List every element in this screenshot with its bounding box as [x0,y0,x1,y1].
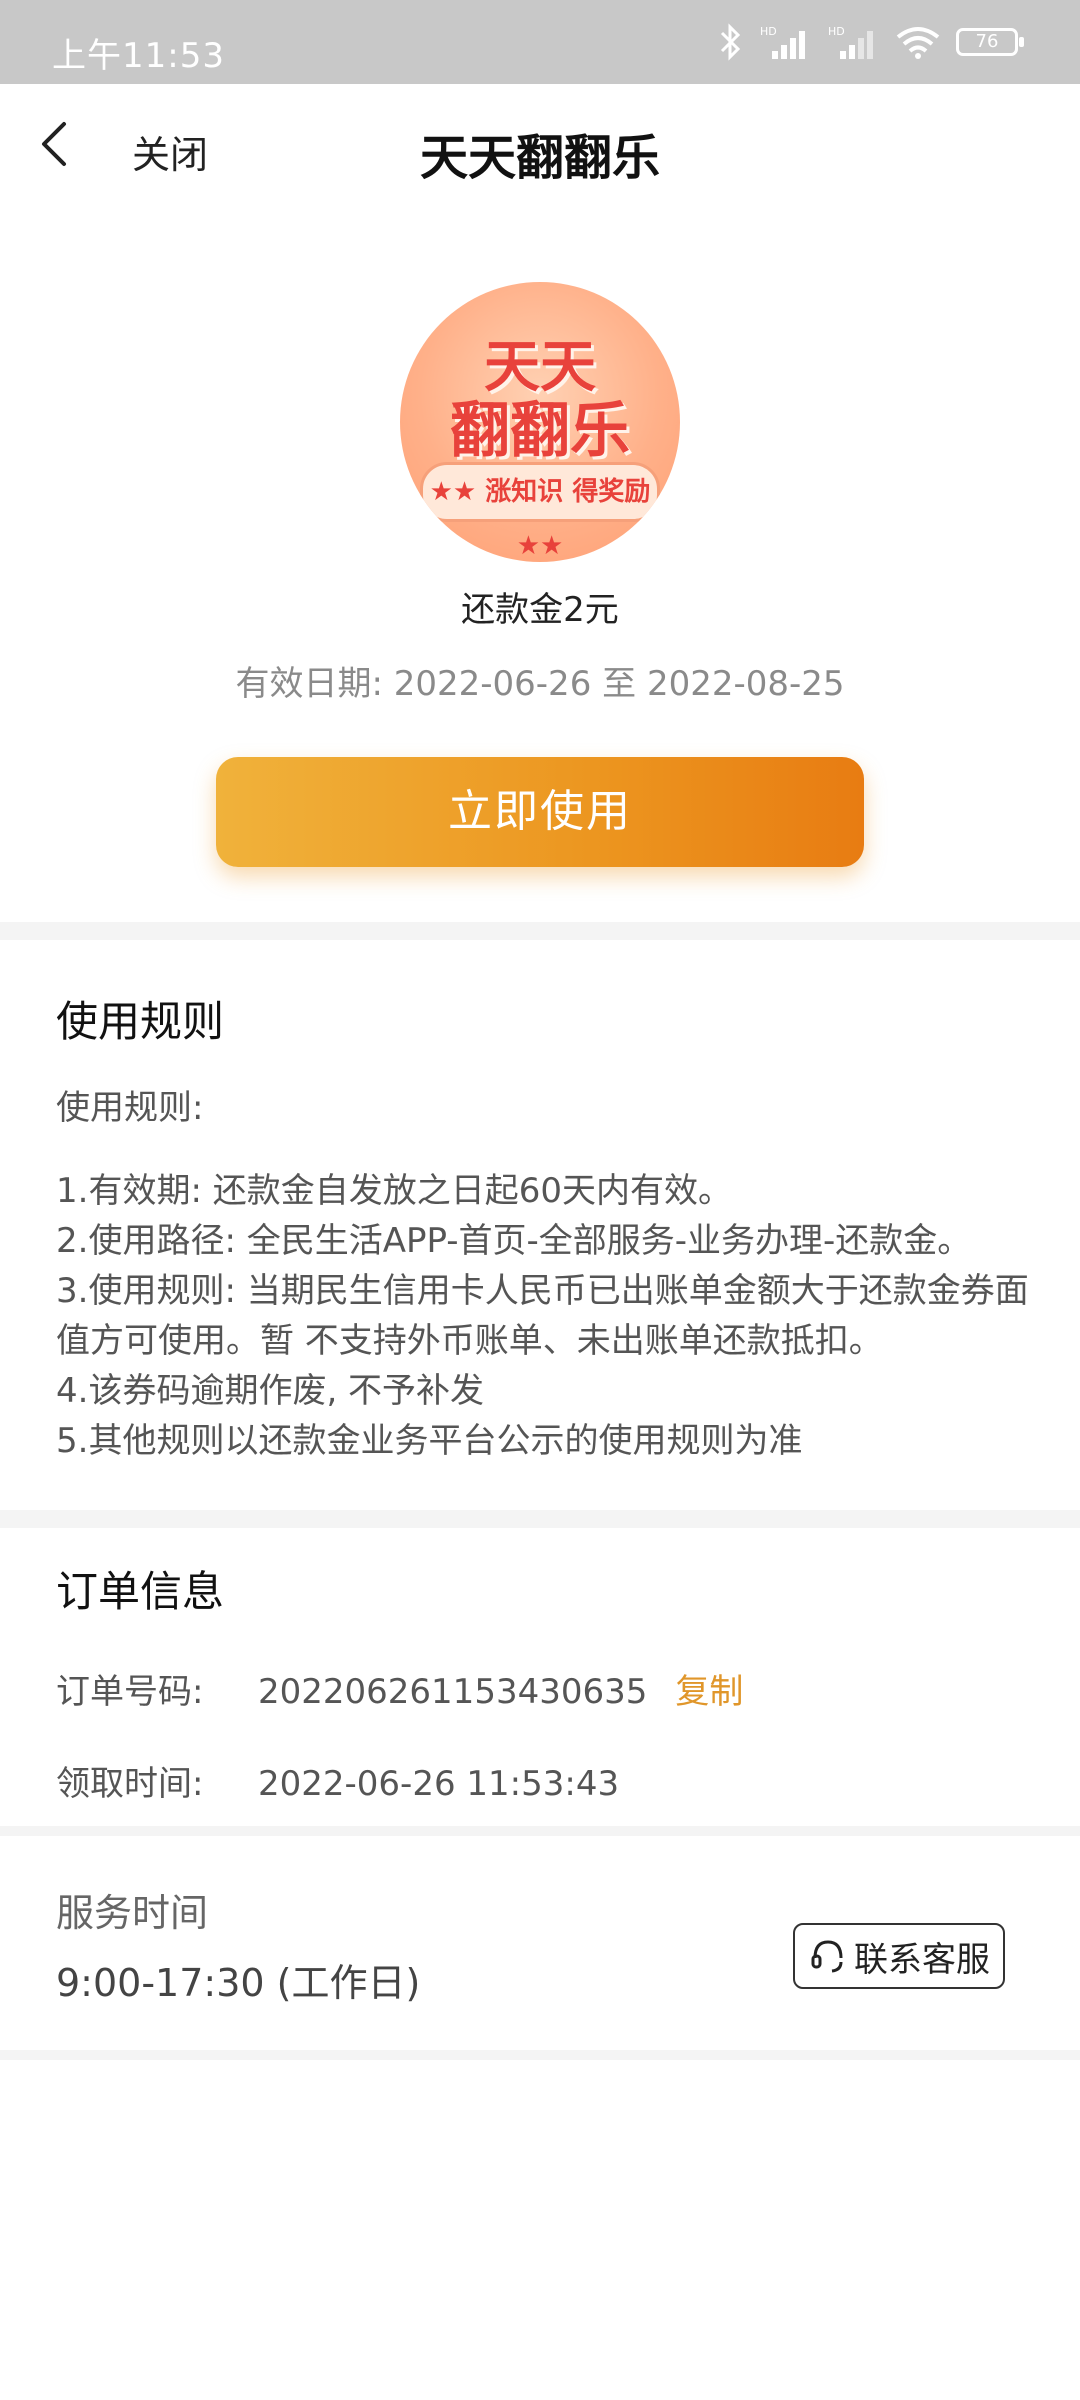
copy-button[interactable]: 复制 [675,1672,743,1712]
contact-service-button[interactable]: 联系客服 [793,1923,1005,1989]
battery-icon: 76 [956,28,1024,56]
section-divider [0,1826,1080,1836]
rules-title: 使用规则 [56,997,225,1046]
rules-subtitle: 使用规则: [56,1088,204,1128]
order-number-value: 202206261153430635 [258,1672,648,1712]
page-title: 天天翻翻乐 [419,130,660,186]
headset-icon [811,1940,843,1973]
status-bar: 上午11:53 HD HD 76 [0,0,1080,84]
svg-text:HD: HD [828,25,845,38]
coupon-badge-image: 天天 翻翻乐 ★★ 涨知识 得奖励 ★★ [400,282,680,562]
rules-list: 1.有效期: 还款金自发放之日起60天内有效。 2.使用路径: 全民生活APP-… [56,1166,1036,1466]
section-divider [0,1510,1080,1528]
section-divider [0,922,1080,940]
nav-bar: 关闭 天天翻翻乐 [0,84,1080,214]
receive-time-label: 领取时间: [56,1764,204,1804]
rule-item: 5.其他规则以还款金业务平台公示的使用规则为准 [56,1421,803,1461]
contact-service-label: 联系客服 [854,1939,990,1980]
badge-ribbon: ★★ 涨知识 得奖励 ★★ [420,462,660,561]
service-time-label: 服务时间 [56,1891,209,1935]
rule-item: 3.使用规则: 当期民生信用卡人民币已出账单金额大于还款金券面值方可使用。暂 不… [56,1271,1029,1361]
rule-item: 4.该券码逾期作废, 不予补发 [56,1371,485,1411]
rule-item: 2.使用路径: 全民生活APP-首页-全部服务-业务办理-还款金。 [56,1221,972,1261]
rule-item: 1.有效期: 还款金自发放之日起60天内有效。 [56,1171,732,1211]
status-icons: HD HD 76 [718,22,1024,62]
use-now-button[interactable]: 立即使用 [216,757,864,867]
signal-icon-1: HD [760,25,805,59]
service-hours: 9:00-17:30 (工作日) [56,1961,421,2005]
order-number-label: 订单号码: [56,1672,204,1712]
wifi-icon [896,27,940,59]
validity-date: 有效日期: 2022-06-26 至 2022-08-25 [235,664,845,704]
order-number-row: 订单号码: 202206261153430635 复制 [56,1664,743,1713]
bluetooth-icon [720,23,741,61]
receive-time-value: 2022-06-26 11:53:43 [258,1764,620,1804]
signal-icon-2: HD [828,25,873,59]
status-time: 上午11:53 [52,36,225,76]
coupon-name: 还款金2元 [461,590,619,630]
badge-text-line2: 翻翻乐 [450,396,630,466]
svg-text:HD: HD [760,25,777,38]
section-divider [0,2050,1080,2060]
order-title: 订单信息 [56,1567,225,1616]
receive-time-row: 领取时间: 2022-06-26 11:53:43 [56,1756,619,1805]
